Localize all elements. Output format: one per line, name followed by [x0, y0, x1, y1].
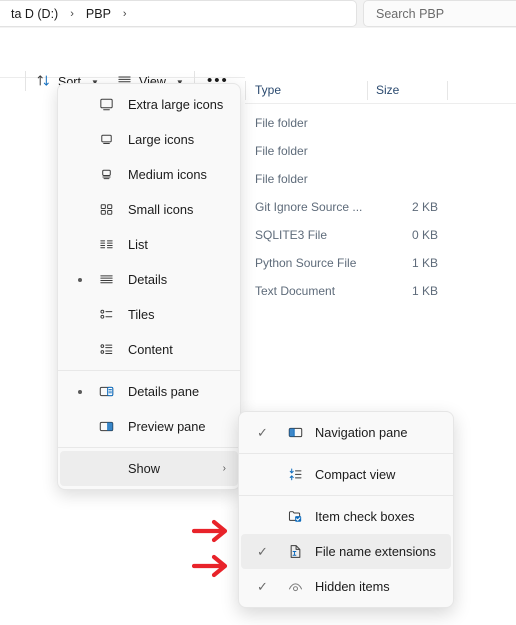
address-bar: ta D (D:) › PBP › Search PBP	[0, 0, 516, 28]
cell-type: File folder	[255, 172, 308, 186]
menu-divider-1	[58, 370, 240, 371]
breadcrumb: ta D (D:) › PBP ›	[0, 0, 134, 27]
hidden-items-icon	[285, 577, 305, 597]
menu-item-medium-icons[interactable]: Medium icons	[60, 157, 238, 192]
menu-item-label: Medium icons	[128, 167, 207, 182]
navigation-pane-icon	[285, 423, 305, 443]
menu-item-label: Details	[128, 272, 168, 287]
menu-item-details[interactable]: Details	[60, 262, 238, 297]
menu-item-list[interactable]: List	[60, 227, 238, 262]
show-submenu: ✓ Navigation pane Compact view Item chec…	[238, 411, 454, 608]
content-icon	[96, 340, 116, 360]
cell-type: SQLITE3 File	[255, 228, 328, 242]
chevron-right-icon: ›	[222, 463, 226, 474]
cell-size: 1 KB	[411, 284, 438, 298]
menu-item-show[interactable]: Show ›	[60, 451, 238, 486]
selected-bullet-icon	[78, 389, 82, 394]
column-separator-0[interactable]	[245, 81, 246, 100]
annotation-arrows	[191, 518, 238, 588]
menu-divider-2	[58, 447, 240, 448]
menu-item-label: Extra large icons	[128, 97, 224, 112]
menu-item-label: Preview pane	[128, 419, 206, 434]
cell-size: 0 KB	[411, 228, 438, 242]
column-separator-1[interactable]	[367, 81, 368, 100]
submenu-divider-1	[239, 453, 453, 454]
submenu-item-label: Compact view	[315, 467, 396, 482]
cell-type: File folder	[255, 116, 308, 130]
submenu-item-item-check-boxes[interactable]: Item check boxes	[241, 499, 451, 534]
menu-item-label: Tiles	[128, 307, 155, 322]
breadcrumb-separator[interactable]: ›	[63, 8, 81, 20]
menu-item-label: Content	[128, 342, 173, 357]
cell-type: Text Document	[255, 284, 336, 298]
submenu-item-navigation-pane[interactable]: ✓ Navigation pane	[241, 415, 451, 450]
details-icon	[96, 270, 116, 290]
submenu-item-label: Hidden items	[315, 579, 390, 594]
column-separator-2[interactable]	[447, 81, 448, 100]
breadcrumb-separator-2[interactable]: ›	[116, 8, 134, 20]
selected-bullet-icon	[78, 277, 82, 282]
menu-item-extra-large-icons[interactable]: Extra large icons	[60, 87, 238, 122]
check-icon: ✓	[257, 578, 268, 594]
menu-item-label: Details pane	[128, 384, 200, 399]
cell-type: Python Source File	[255, 256, 357, 270]
column-header-type[interactable]: Type	[255, 83, 281, 97]
menu-item-large-icons[interactable]: Large icons	[60, 122, 238, 157]
menu-item-details-pane[interactable]: Details pane	[60, 374, 238, 409]
menu-item-label: List	[128, 237, 148, 252]
monitor-large-icon	[96, 130, 116, 150]
column-header-size[interactable]: Size	[376, 83, 399, 97]
submenu-item-hidden-items[interactable]: ✓ Hidden items	[241, 569, 451, 604]
submenu-item-label: Navigation pane	[315, 425, 408, 440]
cell-size: 2 KB	[411, 200, 438, 214]
list-icon	[96, 235, 116, 255]
submenu-divider-2	[239, 495, 453, 496]
menu-item-label: Show	[128, 461, 161, 476]
details-pane-icon	[96, 382, 116, 402]
submenu-item-label: File name extensions	[315, 544, 436, 559]
check-icon: ✓	[257, 424, 268, 440]
menu-item-label: Large icons	[128, 132, 195, 147]
sort-icon	[36, 73, 51, 91]
breadcrumb-item-pbp[interactable]: PBP	[81, 6, 116, 22]
menu-item-label: Small icons	[128, 202, 194, 217]
submenu-item-file-name-extensions[interactable]: ✓ File name extensions	[241, 534, 451, 569]
tiles-icon	[96, 305, 116, 325]
file-list: Type Size File folder File folder File f…	[245, 77, 516, 307]
view-context-menu: Extra large icons Large icons Medium ico…	[57, 83, 241, 490]
cell-type: File folder	[255, 144, 308, 158]
command-bar: Sort ▼ View ▼ •••	[0, 28, 516, 91]
menu-item-small-icons[interactable]: Small icons	[60, 192, 238, 227]
cell-type: Git Ignore Source ...	[255, 200, 363, 214]
menu-item-tiles[interactable]: Tiles	[60, 297, 238, 332]
breadcrumb-item-drive[interactable]: ta D (D:)	[6, 6, 63, 22]
file-name-extensions-icon	[285, 542, 305, 562]
search-input-placeholder[interactable]: Search PBP	[376, 0, 444, 27]
file-list-header: Type Size	[245, 77, 516, 104]
compact-view-icon	[285, 465, 305, 485]
monitor-xl-icon	[96, 95, 116, 115]
monitor-medium-icon	[96, 165, 116, 185]
item-check-boxes-icon	[285, 507, 305, 527]
cell-size: 1 KB	[411, 256, 438, 270]
grid-small-icons-icon	[96, 200, 116, 220]
preview-pane-icon	[96, 417, 116, 437]
submenu-item-compact-view[interactable]: Compact view	[241, 457, 451, 492]
check-icon: ✓	[257, 543, 268, 559]
submenu-item-label: Item check boxes	[315, 509, 415, 524]
menu-item-preview-pane[interactable]: Preview pane	[60, 409, 238, 444]
menu-item-content[interactable]: Content	[60, 332, 238, 367]
toolbar-divider-left	[25, 71, 26, 91]
